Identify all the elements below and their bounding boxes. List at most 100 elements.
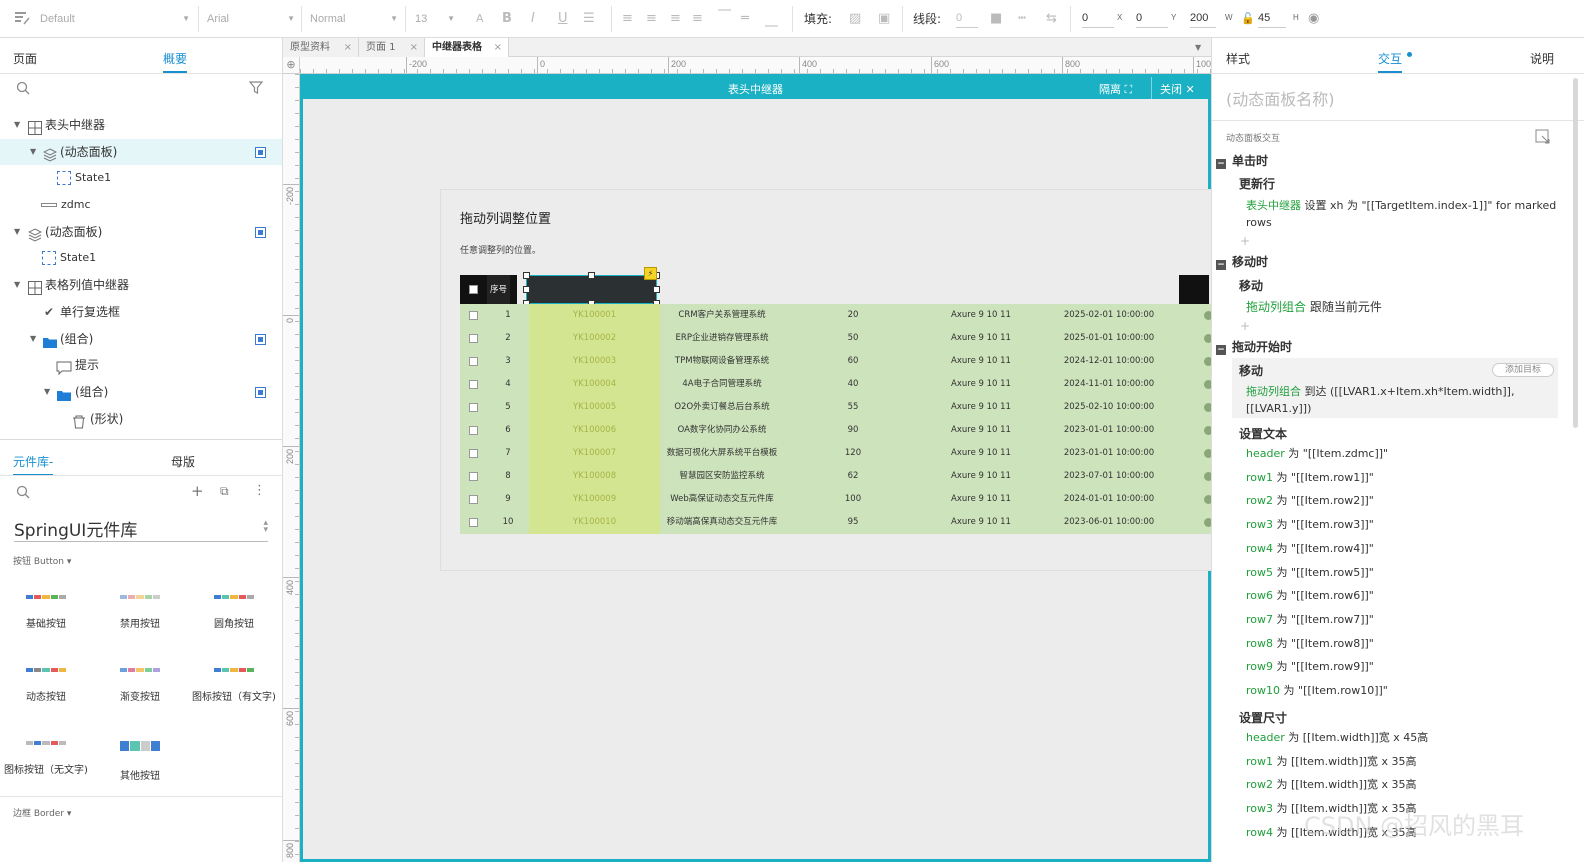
font-color-icon[interactable]: A	[476, 11, 484, 27]
event-on-drag-start[interactable]: − 拖动开始时	[1216, 339, 1292, 355]
library-select[interactable]: SpringUI元件库 ▴ ▾	[14, 516, 268, 542]
tab-notes[interactable]: 说明	[1530, 50, 1554, 67]
chevron-down-icon[interactable]: ▼	[14, 272, 20, 298]
component-rounded-button[interactable]: 圆角按钮	[194, 593, 274, 630]
search-icon[interactable]	[16, 81, 30, 98]
component-gradient-button[interactable]: 渐变按钮	[100, 666, 180, 703]
align-middle-icon[interactable]: ═	[741, 11, 749, 27]
more-icon[interactable]: ⋮	[253, 483, 266, 498]
action-item[interactable]: row6 为 "[[Item.row6]]"	[1246, 588, 1374, 604]
resize-handle[interactable]	[523, 286, 530, 293]
align-bottom-icon[interactable]: ⎽	[765, 13, 778, 29]
action-move-2[interactable]: 移动	[1239, 363, 1263, 379]
new-interaction-icon[interactable]	[1535, 129, 1550, 147]
action-item[interactable]: row4 为 "[[Item.row4]]"	[1246, 541, 1374, 557]
action-item[interactable]: row1 为 [[Item.width]]宽 x 35高	[1246, 754, 1417, 770]
font-dropdown[interactable]: Arial ▼	[207, 9, 295, 29]
row-checkbox[interactable]	[469, 380, 478, 389]
event-on-move[interactable]: − 移动时	[1216, 254, 1268, 270]
weight-dropdown[interactable]: Normal ▼	[310, 9, 398, 29]
panel-name-input[interactable]: (动态面板名称)	[1226, 86, 1335, 110]
add-action-icon[interactable]: +	[1240, 234, 1250, 248]
underline-icon[interactable]: U	[558, 11, 568, 27]
visibility-eye-icon[interactable]: ◉	[1308, 11, 1319, 27]
tab-pages[interactable]: 页面	[13, 50, 37, 67]
tree-node-shape[interactable]: (形状)	[0, 406, 282, 432]
action-item[interactable]: row9 为 "[[Item.row9]]"	[1246, 659, 1374, 675]
align-right-icon[interactable]: ≡	[670, 11, 681, 27]
action-move[interactable]: 移动	[1239, 278, 1263, 294]
section-header-border[interactable]: 边框 Border ▾	[13, 806, 71, 819]
width-input[interactable]: 200	[1190, 10, 1216, 28]
tree-node-tip[interactable]: 提示	[0, 352, 282, 378]
tab-library[interactable]: 元件库-	[13, 453, 54, 476]
format-painter-icon[interactable]	[14, 10, 30, 31]
scrollbar-thumb[interactable]	[1573, 78, 1578, 428]
interaction-lightning-icon[interactable]: ⚡	[644, 267, 657, 280]
row-checkbox[interactable]	[469, 334, 478, 343]
action-item[interactable]: row10 为 "[[Item.row10]]"	[1246, 683, 1388, 699]
align-top-icon[interactable]: ⎺	[718, 9, 731, 25]
collapse-icon[interactable]: −	[1216, 159, 1226, 169]
add-library-icon[interactable]: +	[191, 482, 204, 500]
tree-node-zdmc[interactable]: zdmc	[0, 192, 282, 218]
fill-color-icon[interactable]: ▨	[849, 11, 861, 27]
action-set-size[interactable]: 设置尺寸	[1239, 710, 1287, 726]
action-item[interactable]: row5 为 "[[Item.row5]]"	[1246, 565, 1374, 581]
component-icon-text-button[interactable]: 图标按钮（有文字)	[189, 666, 279, 703]
tree-node-group-2[interactable]: ▼ (组合)	[0, 379, 282, 405]
chevron-down-icon[interactable]: ▼	[30, 139, 36, 165]
component-dynamic-button[interactable]: 动态按钮	[6, 666, 86, 703]
component-disabled-button[interactable]: 禁用按钮	[100, 593, 180, 630]
close-icon[interactable]: ×	[494, 38, 502, 57]
tree-node-group-1[interactable]: ▼ (组合)	[0, 326, 282, 352]
tree-node-header-repeater[interactable]: ▼ 表头中继器	[0, 112, 282, 138]
close-icon[interactable]: ×	[344, 38, 352, 57]
section-header-button[interactable]: 按钮 Button ▾	[13, 554, 71, 567]
resize-handle[interactable]	[523, 272, 530, 279]
action-item[interactable]: row7 为 "[[Item.row7]]"	[1246, 612, 1374, 628]
height-input[interactable]: 45	[1258, 10, 1286, 28]
tab-page-1[interactable]: 页面 1 ×	[359, 38, 425, 57]
ruler-origin-icon[interactable]: ⊕	[283, 57, 300, 74]
chevron-down-icon[interactable]: ▼	[30, 326, 36, 352]
tabs-dropdown-icon[interactable]: ▼	[1195, 43, 1201, 52]
action-item[interactable]: header 为 "[[Item.zdmc]]"	[1246, 446, 1388, 462]
collapse-icon[interactable]: −	[1216, 345, 1226, 355]
lock-icon[interactable]: 🔓	[1241, 11, 1255, 27]
arrow-style-icon[interactable]: ⇆	[1046, 11, 1057, 27]
visibility-checkbox[interactable]	[255, 387, 266, 398]
stroke-pattern-icon[interactable]: ┅	[1018, 11, 1026, 27]
row-checkbox[interactable]	[469, 472, 478, 481]
align-left-icon[interactable]: ≡	[622, 11, 633, 27]
action-item[interactable]: header 为 [[Item.width]]宽 x 45高	[1246, 730, 1428, 746]
tab-interactions[interactable]: 交互	[1378, 50, 1403, 73]
isolate-button[interactable]: 隔离 ⛶	[1099, 81, 1132, 97]
row-checkbox[interactable]	[469, 518, 478, 527]
action-detail[interactable]: 表头中继器 设置 xh 为 "[[TargetItem.index-1]]" f…	[1246, 198, 1556, 214]
resize-handle[interactable]	[653, 286, 660, 293]
row-checkbox[interactable]	[469, 426, 478, 435]
close-panel-button[interactable]: 关闭 ✕	[1160, 81, 1195, 97]
shadow-icon[interactable]: ▣	[878, 11, 890, 27]
tree-node-checkbox[interactable]: ✔ 单行复选框	[0, 299, 282, 325]
visibility-checkbox[interactable]	[255, 334, 266, 345]
row-checkbox[interactable]	[469, 449, 478, 458]
row-checkbox[interactable]	[469, 311, 478, 320]
row-checkbox[interactable]	[469, 403, 478, 412]
tree-node-dynamic-panel-1[interactable]: ▼ (动态面板)	[0, 139, 282, 165]
action-item[interactable]: row1 为 "[[Item.row1]]"	[1246, 470, 1374, 486]
action-item[interactable]: row3 为 "[[Item.row3]]"	[1246, 517, 1374, 533]
chevron-down-icon[interactable]: ▼	[14, 219, 20, 245]
action-set-text[interactable]: 设置文本	[1239, 426, 1287, 442]
justify-icon[interactable]: ≡	[692, 11, 703, 27]
action-detail[interactable]: 拖动列组合 跟随当前元件	[1246, 299, 1382, 315]
tab-prototype-info[interactable]: 原型资料 ×	[283, 38, 359, 57]
font-size-dropdown[interactable]: 13 ▼	[415, 9, 455, 29]
tab-style[interactable]: 样式	[1226, 50, 1250, 67]
action-item[interactable]: row2 为 [[Item.width]]宽 x 35高	[1246, 777, 1417, 793]
tree-node-dynamic-panel-2[interactable]: ▼ (动态面板)	[0, 219, 282, 245]
action-item[interactable]: row2 为 "[[Item.row2]]"	[1246, 493, 1374, 509]
add-action-icon[interactable]: +	[1240, 319, 1250, 333]
tab-repeater-table[interactable]: 中继器表格 ×	[425, 38, 509, 57]
